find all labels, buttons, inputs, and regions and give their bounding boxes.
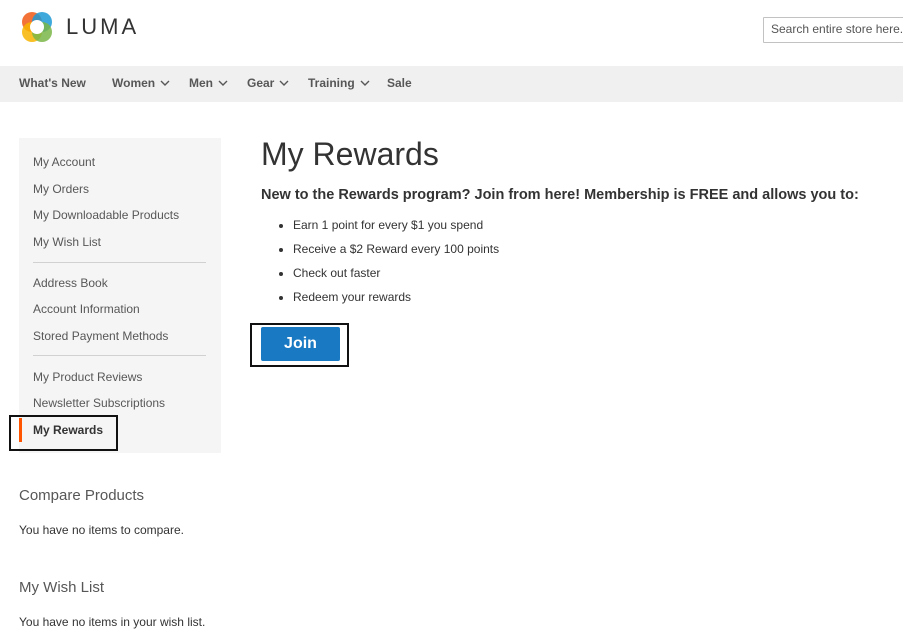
nav-item-label: Training [308, 76, 355, 90]
page: LUMA Search entire store here... What's … [0, 0, 903, 641]
search-input[interactable]: Search entire store here... [763, 17, 903, 43]
nav-item-women[interactable]: Women [112, 76, 170, 90]
nav-item-gear[interactable]: Gear [247, 76, 289, 90]
page-title: My Rewards [261, 136, 439, 172]
sidebar-item-address-book[interactable]: Address Book [33, 276, 108, 290]
chevron-down-icon [160, 80, 170, 86]
sidebar-item-my-account[interactable]: My Account [33, 155, 95, 169]
nav-item-sale[interactable]: Sale [387, 76, 412, 90]
sidebar-item-stored-payment-methods[interactable]: Stored Payment Methods [33, 329, 168, 343]
rewards-intro: New to the Rewards program? Join from he… [261, 187, 859, 203]
main-nav: What's New Women Men Gear Training Sale [0, 66, 903, 102]
benefits-list: Earn 1 point for every $1 you spend Rece… [279, 218, 499, 314]
sidebar-item-product-reviews[interactable]: My Product Reviews [33, 370, 142, 384]
wishlist-title: My Wish List [19, 579, 105, 596]
sidebar-item-downloadable-products[interactable]: My Downloadable Products [33, 208, 179, 222]
nav-item-label: Gear [247, 76, 275, 90]
sidebar-item-newsletter-subscriptions[interactable]: Newsletter Subscriptions [33, 396, 165, 410]
nav-item-label: What's New [19, 76, 86, 90]
logo-text[interactable]: LUMA [66, 14, 139, 40]
wishlist-empty: You have no items in your wish list. [19, 615, 206, 629]
list-item: Earn 1 point for every $1 you spend [279, 218, 499, 242]
chevron-down-icon [360, 80, 370, 86]
join-button[interactable]: Join [261, 327, 340, 361]
sidebar-divider [33, 355, 206, 356]
sidebar-item-wish-list[interactable]: My Wish List [33, 235, 101, 249]
highlight-my-rewards [9, 415, 118, 451]
nav-item-label: Women [112, 76, 156, 90]
nav-item-men[interactable]: Men [189, 76, 228, 90]
list-item: Redeem your rewards [279, 290, 499, 314]
header: LUMA Search entire store here... [0, 0, 903, 66]
list-item: Check out faster [279, 266, 499, 290]
compare-products-empty: You have no items to compare. [19, 523, 184, 537]
chevron-down-icon [218, 80, 228, 86]
sidebar-item-account-information[interactable]: Account Information [33, 302, 140, 316]
nav-item-whats-new[interactable]: What's New [19, 76, 86, 90]
sidebar-divider [33, 262, 206, 263]
nav-item-label: Men [189, 76, 213, 90]
chevron-down-icon [279, 80, 289, 86]
nav-item-label: Sale [387, 76, 412, 90]
account-sidebar: My Account My Orders My Downloadable Pro… [19, 138, 221, 453]
nav-item-training[interactable]: Training [308, 76, 370, 90]
luma-logo-icon[interactable] [18, 9, 56, 45]
sidebar-item-my-orders[interactable]: My Orders [33, 182, 89, 196]
compare-products-title: Compare Products [19, 487, 145, 504]
list-item: Receive a $2 Reward every 100 points [279, 242, 499, 266]
